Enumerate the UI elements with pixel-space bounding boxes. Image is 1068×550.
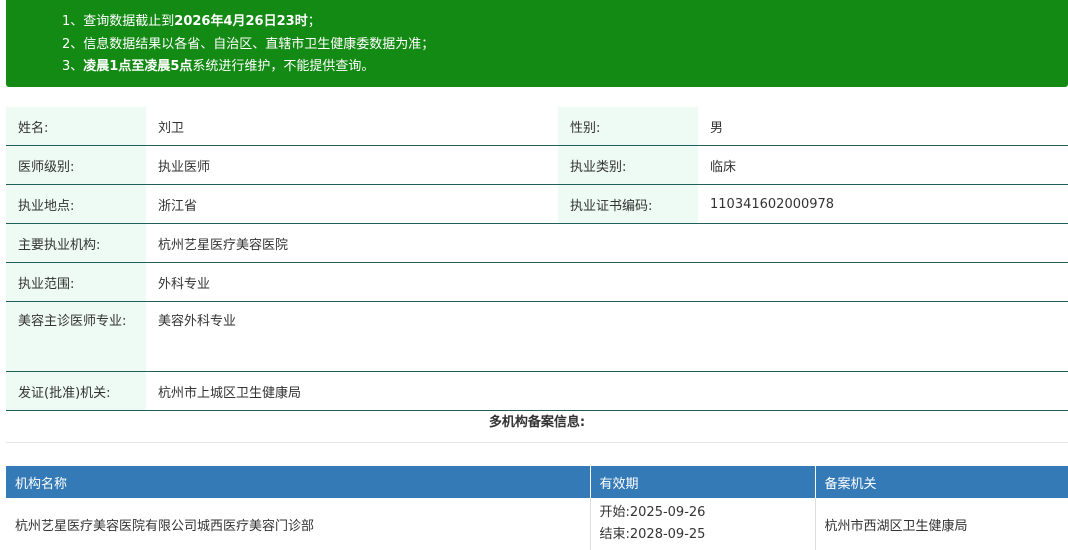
- cert-label: 执业证书编码:: [558, 184, 698, 224]
- institution-value: 杭州艺星医疗美容医院: [158, 237, 289, 253]
- institution-label: 主要执业机构:: [6, 223, 146, 263]
- table-header-row: 机构名称 有效期 备案机关: [6, 466, 1068, 498]
- scope-label: 执业范围:: [6, 262, 146, 302]
- gender-value: 男: [710, 120, 724, 136]
- category-value: 临床: [710, 159, 737, 175]
- info-row-cosmetic: 美容主诊医师专业: 美容外科专业: [6, 301, 1068, 372]
- name-label: 姓名:: [6, 107, 146, 146]
- cert-value: 110341602000978: [710, 196, 835, 212]
- info-row-name: 姓名: 刘卫 性别: 男: [6, 107, 1068, 146]
- multi-registration-table: 机构名称 有效期 备案机关 杭州艺星医疗美容医院有限公司城西医疗美容门诊部 开始…: [6, 466, 1068, 550]
- table-row: 杭州艺星医疗美容医院有限公司城西医疗美容门诊部 开始:2025-09-26 结束…: [6, 498, 1068, 550]
- name-value: 刘卫: [158, 120, 185, 136]
- category-label: 执业类别:: [558, 145, 698, 185]
- period-end: 结束:2028-09-25: [599, 527, 706, 542]
- gender-label: 性别:: [558, 107, 698, 146]
- header-registration-authority: 备案机关: [815, 466, 1068, 498]
- row-validity-period: 开始:2025-09-26 结束:2028-09-25: [590, 498, 816, 550]
- notice-line-2: 2、信息数据结果以各省、自治区、直辖市卫生健康委数据为准；: [62, 36, 435, 52]
- info-row-scope: 执业范围: 外科专业: [6, 262, 1068, 302]
- scope-value: 外科专业: [158, 276, 211, 292]
- level-label: 医师级别:: [6, 145, 146, 185]
- period-start: 开始:2025-09-26: [599, 505, 706, 520]
- info-row-level: 医师级别: 执业医师 执业类别: 临床: [6, 145, 1068, 185]
- level-value: 执业医师: [158, 159, 211, 175]
- cosmetic-label: 美容主诊医师专业:: [6, 301, 146, 372]
- doctor-info-table: 姓名: 刘卫 性别: 男 医师级别: 执业医师 执业类别: 临床 执业地点: 浙…: [6, 107, 1068, 411]
- info-row-institution: 主要执业机构: 杭州艺星医疗美容医院: [6, 223, 1068, 263]
- row-registration-authority: 杭州市西湖区卫生健康局: [824, 518, 968, 534]
- notice-line-3: 3、凌晨1点至凌晨5点系统进行维护，不能提供查询。: [62, 59, 375, 74]
- location-value: 浙江省: [158, 198, 198, 214]
- cosmetic-value: 美容外科专业: [158, 314, 237, 329]
- row-institution-name: 杭州艺星医疗美容医院有限公司城西医疗美容门诊部: [6, 498, 591, 550]
- multi-registration-title: 多机构备案信息:: [6, 403, 1068, 443]
- notice-banner: 1、查询数据截止到2026年4月26日23时； 2、信息数据结果以各省、自治区、…: [6, 0, 1068, 87]
- location-label: 执业地点:: [6, 184, 146, 224]
- info-row-location: 执业地点: 浙江省 执业证书编码: 110341602000978: [6, 184, 1068, 224]
- header-validity-period: 有效期: [590, 466, 816, 498]
- header-institution-name: 机构名称: [6, 466, 591, 498]
- notice-line-1: 1、查询数据截止到2026年4月26日23时；: [62, 14, 321, 29]
